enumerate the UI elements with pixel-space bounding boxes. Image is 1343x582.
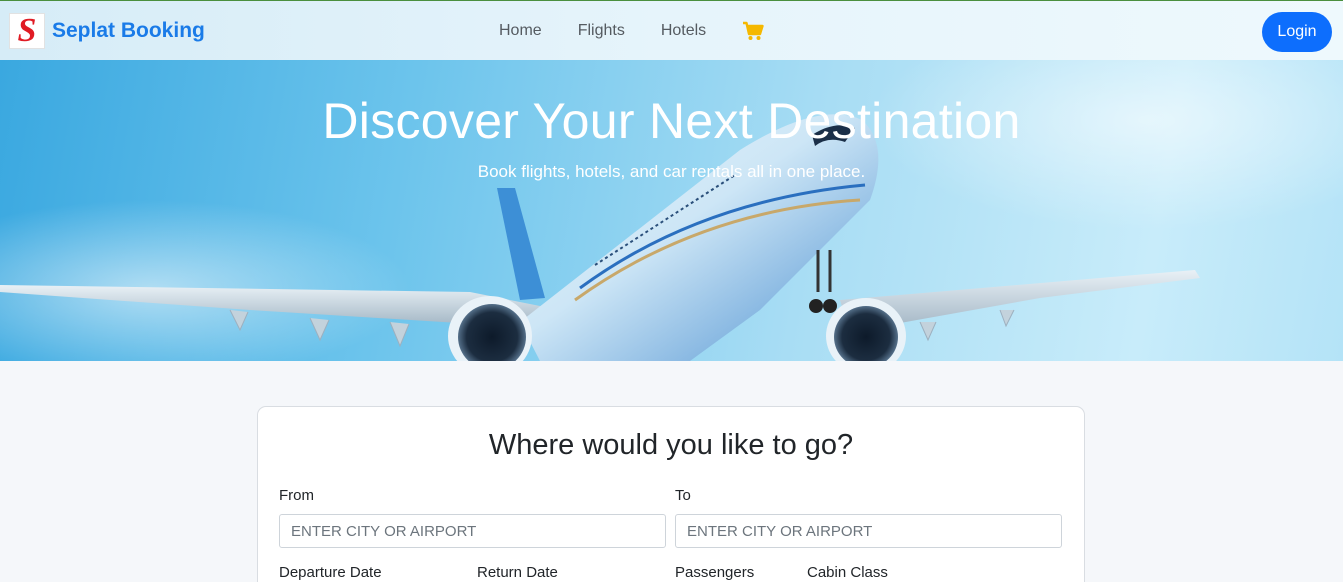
brand-link[interactable]: S Seplat Booking — [9, 13, 205, 49]
passengers-label: Passengers — [675, 564, 755, 581]
hero-title: Discover Your Next Destination — [322, 93, 1021, 149]
from-input[interactable] — [279, 514, 666, 548]
from-label: From — [279, 487, 314, 504]
login-button[interactable]: Login — [1262, 12, 1332, 52]
to-input[interactable] — [675, 514, 1062, 548]
top-navbar: S Seplat Booking Home Flights Hotels Log… — [0, 0, 1343, 60]
to-label: To — [675, 487, 691, 504]
return-date-label: Return Date — [477, 564, 558, 581]
search-card-title: Where would you like to go? — [488, 429, 854, 461]
flight-search-card: Where would you like to go? From To Depa… — [257, 406, 1085, 582]
brand-name: Seplat Booking — [52, 19, 205, 42]
hero-subtitle: Book flights, hotels, and car rentals al… — [477, 162, 866, 181]
brand-logo-letter: S — [17, 12, 37, 49]
nav-link-hotels[interactable]: Hotels — [643, 22, 724, 40]
brand-logo: S — [9, 13, 45, 49]
cabin-class-label: Cabin Class — [807, 564, 888, 581]
shopping-cart-icon[interactable] — [742, 20, 764, 42]
hero-banner: Discover Your Next Destination Book flig… — [0, 60, 1343, 361]
departure-date-label: Departure Date — [279, 564, 382, 581]
nav-links: Home Flights Hotels — [481, 1, 764, 61]
nav-link-home[interactable]: Home — [481, 22, 560, 40]
nav-link-flights[interactable]: Flights — [560, 22, 643, 40]
